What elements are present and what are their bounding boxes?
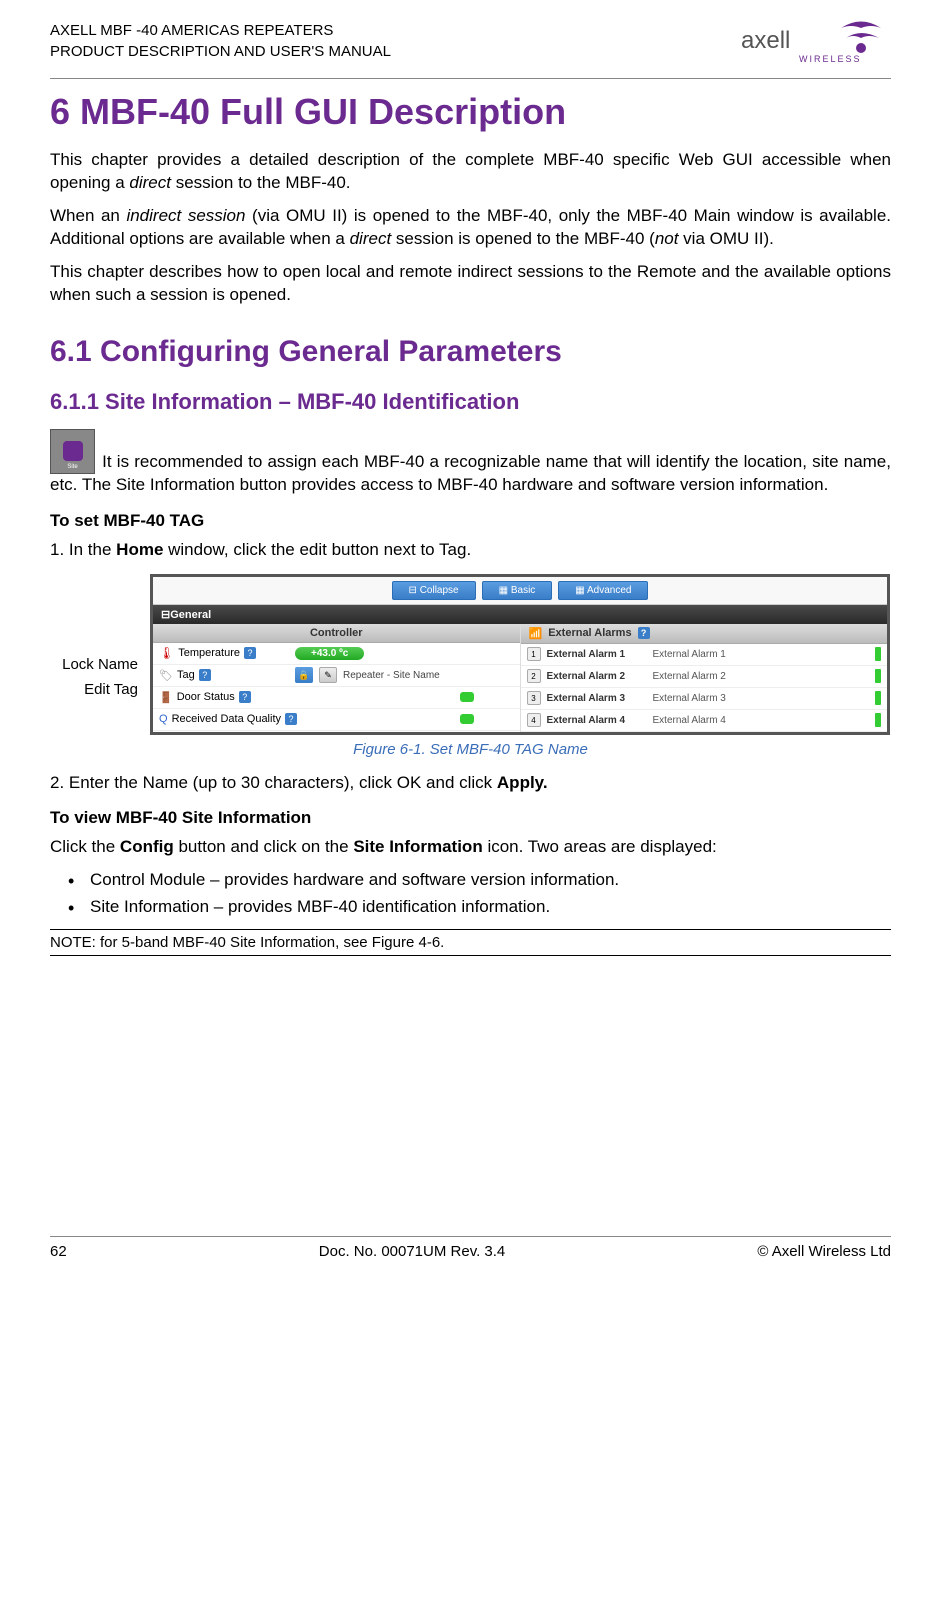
ss-topbar: ⊟ Collapse ▦ Basic ▦ Advanced [153, 577, 887, 605]
status-indicator [875, 691, 881, 705]
sub-heading-view-site-info: To view MBF-40 Site Information [50, 808, 891, 828]
ss-columns: Controller 🌡 Temperature ? +43.0 ºc 🏷 Ta… [153, 624, 887, 732]
ext-label: External Alarm 3 [547, 693, 647, 704]
axell-logo-icon: axell WIRELESS [741, 20, 891, 65]
lock-name-label: Lock Name [38, 652, 138, 678]
quality-icon: Q [159, 713, 168, 725]
temperature-label: 🌡 Temperature ? [159, 646, 289, 660]
doc-number: Doc. No. 00071UM Rev. 3.4 [319, 1243, 505, 1260]
site-icon-glyph [63, 441, 83, 461]
rdq-label: Q Received Data Quality ? [159, 713, 329, 725]
ext-badge: 1 [527, 647, 541, 661]
bullet-1: Control Module – provides hardware and s… [68, 869, 891, 892]
external-alarms-header: 📶 External Alarms ? [521, 624, 888, 644]
para-5: Click the Config button and click on the… [50, 836, 891, 859]
help-icon[interactable]: ? [638, 627, 650, 639]
ext-badge: 2 [527, 669, 541, 683]
door-icon: 🚪 [159, 691, 173, 704]
status-indicator [875, 713, 881, 727]
ext-alarm-row-4: 4 External Alarm 4 External Alarm 4 [521, 710, 888, 732]
lock-button[interactable]: 🔒 [295, 667, 313, 683]
heading-2: 6.1 Configuring General Parameters [50, 335, 891, 369]
logo: axell WIRELESS [741, 20, 891, 70]
bullet-2: Site Information – provides MBF-40 ident… [68, 896, 891, 919]
ext-value: External Alarm 1 [653, 649, 870, 660]
general-section-bar: ⊟General [153, 605, 887, 624]
header-text: AXELL MBF -40 AMERICAS REPEATERS PRODUCT… [50, 20, 391, 62]
step-2: 2. Enter the Name (up to 30 characters),… [72, 772, 891, 795]
sub-heading-set-tag: To set MBF-40 TAG [50, 511, 891, 531]
tag-label: 🏷 Tag ? [159, 669, 289, 682]
ext-badge: 3 [527, 691, 541, 705]
controller-header: Controller [153, 624, 520, 643]
basic-button[interactable]: ▦ Basic [482, 581, 553, 600]
figure-caption: Figure 6-1. Set MBF-40 TAG Name [50, 741, 891, 758]
edit-button[interactable]: ✎ [319, 667, 337, 683]
para-1: This chapter provides a detailed descrip… [50, 149, 891, 195]
bullet-list: Control Module – provides hardware and s… [68, 869, 891, 919]
copyright: © Axell Wireless Ltd [757, 1243, 891, 1260]
status-indicator [875, 647, 881, 661]
note-box: NOTE: for 5-band MBF-40 Site Information… [50, 929, 891, 956]
page-footer: 62 Doc. No. 00071UM Rev. 3.4 © Axell Wir… [50, 1236, 891, 1260]
site-icon-label: Site [67, 463, 77, 471]
help-icon[interactable]: ? [239, 691, 251, 703]
para-4: Site It is recommended to assign each MB… [50, 429, 891, 497]
ext-value: External Alarm 3 [653, 693, 870, 704]
heading-1: 6 MBF-40 Full GUI Description [50, 91, 891, 133]
help-icon[interactable]: ? [285, 713, 297, 725]
collapse-button[interactable]: ⊟ Collapse [392, 581, 476, 600]
ext-value: External Alarm 4 [653, 715, 870, 726]
temperature-row: 🌡 Temperature ? +43.0 ºc [153, 643, 520, 665]
door-status-indicator [460, 692, 474, 702]
site-information-icon: Site [50, 429, 95, 474]
temperature-value: +43.0 ºc [295, 647, 364, 660]
header-line1: AXELL MBF -40 AMERICAS REPEATERS [50, 20, 391, 41]
advanced-button[interactable]: ▦ Advanced [558, 581, 648, 600]
para-3: This chapter describes how to open local… [50, 261, 891, 307]
heading-3: 6.1.1 Site Information – MBF-40 Identifi… [50, 389, 891, 415]
para-2: When an indirect session (via OMU II) is… [50, 205, 891, 251]
screenshot: ⊟ Collapse ▦ Basic ▦ Advanced ⊟General C… [150, 574, 890, 735]
help-icon[interactable]: ? [199, 669, 211, 681]
figure-area: Lock Name Edit Tag ⊟ Collapse ▦ Basic ▦ … [50, 574, 891, 735]
edit-tag-label: Edit Tag [38, 677, 138, 703]
svg-text:WIRELESS: WIRELESS [799, 54, 862, 64]
tag-value: Repeater - Site Name [343, 670, 440, 681]
door-status-row: 🚪 Door Status ? [153, 687, 520, 709]
status-indicator [875, 669, 881, 683]
signal-icon: 📶 [529, 627, 543, 640]
callout-labels: Lock Name Edit Tag [38, 652, 138, 703]
thermometer-icon: 🌡 [159, 646, 174, 660]
ss-left-col: Controller 🌡 Temperature ? +43.0 ºc 🏷 Ta… [153, 624, 521, 732]
page-header: AXELL MBF -40 AMERICAS REPEATERS PRODUCT… [50, 20, 891, 79]
svg-text:axell: axell [741, 27, 790, 54]
ext-value: External Alarm 2 [653, 671, 870, 682]
step-1: 1. In the Home window, click the edit bu… [72, 539, 891, 562]
tag-icon: 🏷 [159, 669, 173, 682]
ext-label: External Alarm 4 [547, 715, 647, 726]
ext-alarm-row-3: 3 External Alarm 3 External Alarm 3 [521, 688, 888, 710]
ext-badge: 4 [527, 713, 541, 727]
ext-alarm-row-2: 2 External Alarm 2 External Alarm 2 [521, 666, 888, 688]
ext-alarm-row-1: 1 External Alarm 1 External Alarm 1 [521, 644, 888, 666]
ss-right-col: 📶 External Alarms ? 1 External Alarm 1 E… [521, 624, 888, 732]
ext-label: External Alarm 2 [547, 671, 647, 682]
header-line2: PRODUCT DESCRIPTION AND USER'S MANUAL [50, 41, 391, 62]
rdq-row: Q Received Data Quality ? [153, 709, 520, 731]
tag-row: 🏷 Tag ? 🔒 ✎ Repeater - Site Name [153, 665, 520, 687]
ext-label: External Alarm 1 [547, 649, 647, 660]
door-status-label: 🚪 Door Status ? [159, 691, 289, 704]
help-icon[interactable]: ? [244, 647, 256, 659]
rdq-indicator [460, 714, 474, 724]
page-number: 62 [50, 1243, 67, 1260]
